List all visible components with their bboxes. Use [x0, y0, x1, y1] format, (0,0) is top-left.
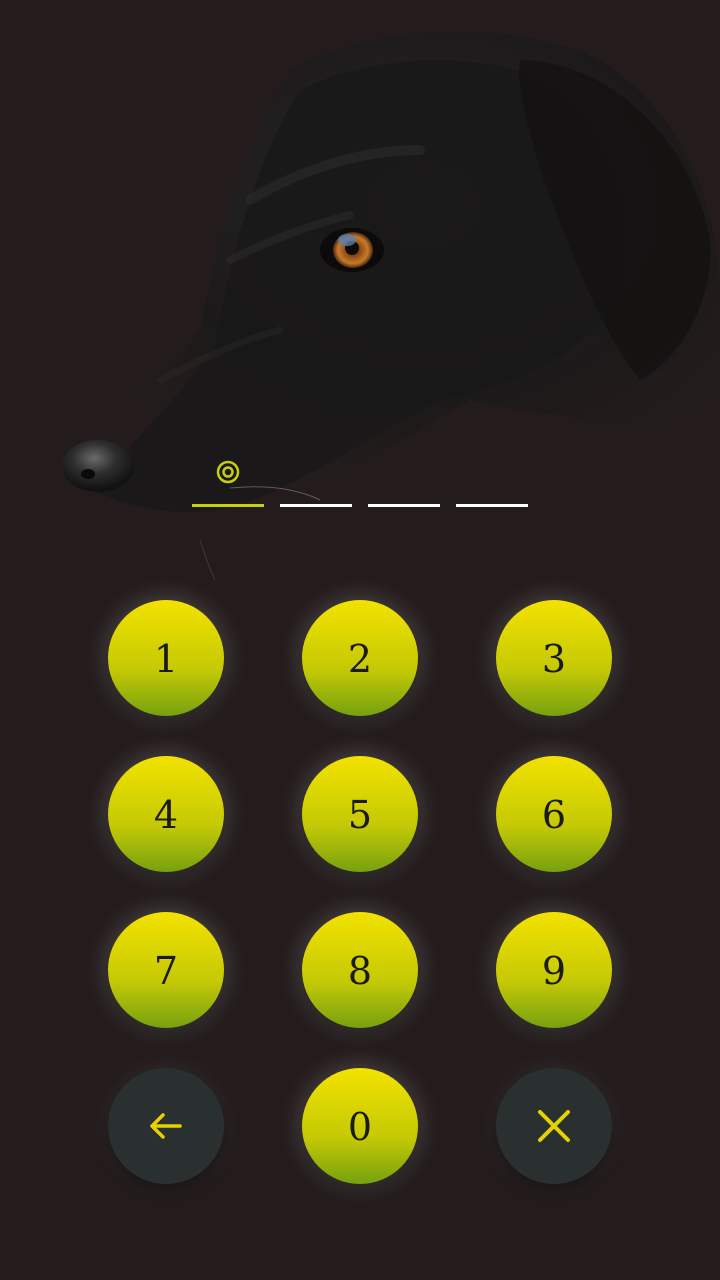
key-1-label: 1	[153, 637, 179, 681]
pin-entry	[0, 450, 720, 520]
close-x-icon	[538, 1110, 570, 1142]
key-5[interactable]: 5	[302, 756, 418, 872]
key-7-label: 7	[153, 949, 179, 993]
backspace-button[interactable]	[108, 1068, 224, 1184]
key-3-label: 3	[541, 637, 567, 681]
key-0-label: 0	[347, 1105, 373, 1149]
key-2-label: 2	[347, 637, 373, 681]
pin-slot-2	[280, 504, 352, 507]
key-6-label: 6	[541, 793, 567, 837]
key-8[interactable]: 8	[302, 912, 418, 1028]
arrow-left-icon	[150, 1113, 182, 1139]
clear-button[interactable]	[496, 1068, 612, 1184]
key-9-label: 9	[541, 949, 567, 993]
pin-slot-1	[192, 504, 264, 507]
key-0[interactable]: 0	[302, 1068, 418, 1184]
pin-slot-4	[456, 504, 528, 507]
key-4[interactable]: 4	[108, 756, 224, 872]
key-4-label: 4	[153, 793, 179, 837]
pin-slot-3	[368, 504, 440, 507]
key-1[interactable]: 1	[108, 600, 224, 716]
key-3[interactable]: 3	[496, 600, 612, 716]
key-7[interactable]: 7	[108, 912, 224, 1028]
target-circle-icon	[216, 460, 240, 484]
key-9[interactable]: 9	[496, 912, 612, 1028]
key-2[interactable]: 2	[302, 600, 418, 716]
key-6[interactable]: 6	[496, 756, 612, 872]
key-5-label: 5	[347, 793, 373, 837]
key-8-label: 8	[347, 949, 373, 993]
